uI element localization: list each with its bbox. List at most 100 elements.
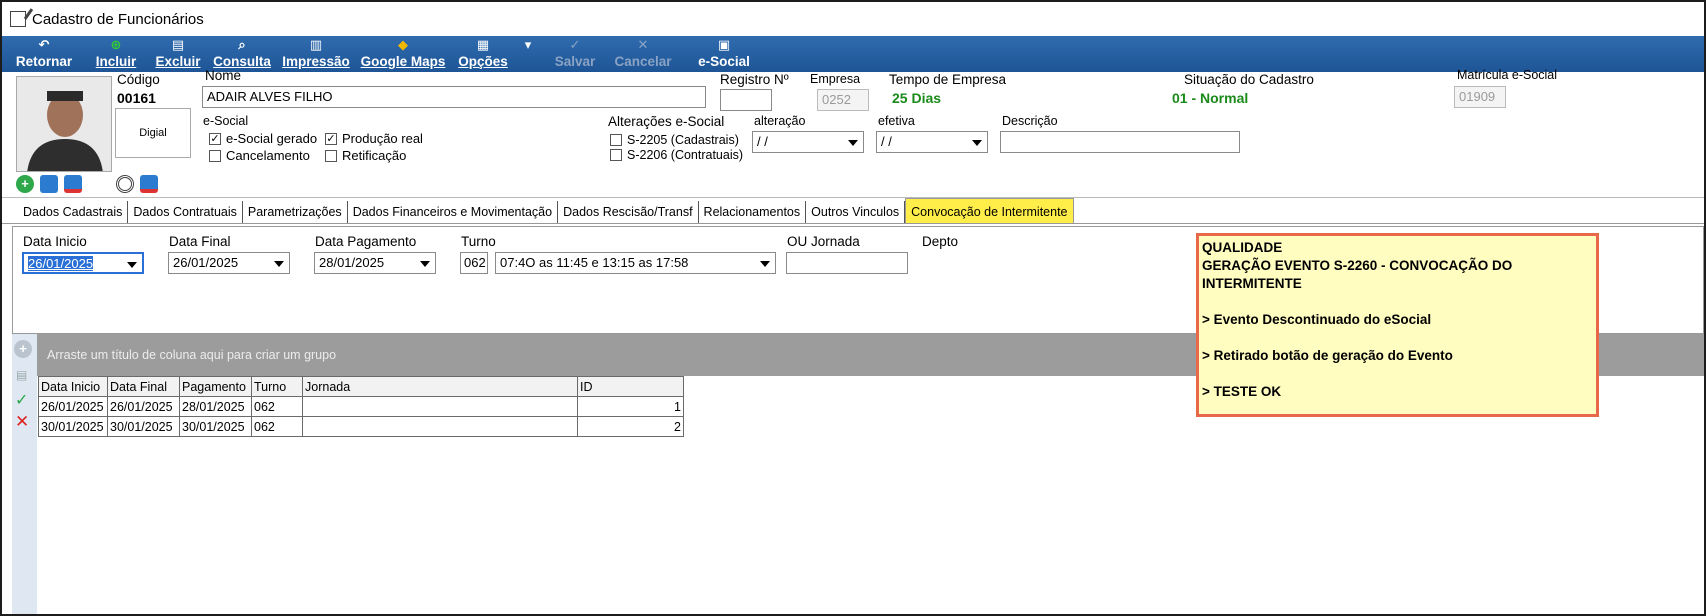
add-photo-icon[interactable]: +: [16, 175, 34, 193]
table-row[interactable]: 26/01/2025 26/01/2025 28/01/2025 062 1: [38, 396, 684, 417]
table-cell[interactable]: 26/01/2025: [38, 396, 108, 417]
tab-parametrizacoes[interactable]: Parametrizações: [243, 201, 348, 223]
column-header[interactable]: Data Final: [107, 376, 180, 397]
trash-icon[interactable]: ▤: [16, 368, 30, 382]
column-header[interactable]: ID: [577, 376, 684, 397]
esocial-button[interactable]: ▣ e-Social: [674, 36, 774, 72]
note-line: [1202, 365, 1593, 383]
turno-code-field[interactable]: 062: [460, 252, 488, 274]
remove-photo-icon[interactable]: [64, 175, 82, 193]
data-inicio-combo[interactable]: 26/01/2025: [22, 252, 144, 274]
map-pin-icon: ◆: [398, 37, 408, 52]
retificacao-checkbox[interactable]: Retificação: [325, 148, 406, 163]
opcoes-button[interactable]: ▦ Opções: [448, 36, 518, 72]
column-header[interactable]: Data Inicio: [38, 376, 108, 397]
column-header[interactable]: Jornada: [302, 376, 578, 397]
table-cell[interactable]: [302, 396, 578, 417]
data-pagamento-label: Data Pagamento: [315, 234, 417, 249]
table-cell[interactable]: 062: [251, 396, 303, 417]
tab-dados-cadastrais[interactable]: Dados Cadastrais: [18, 201, 129, 223]
table-cell[interactable]: 30/01/2025: [107, 416, 180, 437]
alteracao-date-combo[interactable]: / /: [752, 131, 864, 153]
note-line: QUALIDADE: [1202, 240, 1283, 255]
google-maps-button[interactable]: ◆ Google Maps: [358, 36, 448, 72]
matricula-field[interactable]: 01909: [1454, 86, 1506, 108]
convocacao-table: Data Inicio Data Final Pagamento Turno J…: [38, 376, 684, 437]
tab-dados-contratuais[interactable]: Dados Contratuais: [128, 201, 243, 223]
table-cell[interactable]: 30/01/2025: [179, 416, 252, 437]
codigo-label: Código: [117, 72, 160, 87]
tab-dados-rescisao[interactable]: Dados Rescisão/Transf: [558, 201, 699, 223]
camera-icon[interactable]: [40, 175, 58, 193]
consulta-button[interactable]: ⌕ Consulta: [210, 36, 274, 72]
fingerprint-icon[interactable]: [116, 175, 134, 193]
registro-label: Registro Nº: [720, 72, 789, 87]
plus-circle-icon: ⊕: [110, 37, 122, 52]
window-title: Cadastro de Funcionários: [32, 10, 204, 28]
empresa-label: Empresa: [810, 72, 861, 86]
table-cell[interactable]: 062: [251, 416, 303, 437]
efetiva-date-combo[interactable]: / /: [876, 131, 988, 153]
table-cell[interactable]: 28/01/2025: [179, 396, 252, 417]
salvar-button[interactable]: ✓ Salvar: [538, 36, 612, 72]
jornada-field[interactable]: [786, 252, 908, 274]
descricao-label: Descrição: [1002, 114, 1058, 128]
data-inicio-label: Data Inicio: [23, 234, 87, 249]
check-icon[interactable]: ✓: [15, 390, 28, 410]
note-line: GERAÇÃO EVENTO S-2260 - CONVOCAÇÃO DO IN…: [1202, 258, 1513, 291]
impressao-button[interactable]: ▥ Impressão: [274, 36, 358, 72]
matricula-label: Matrícula e-Social: [1457, 68, 1558, 82]
remove-digital-icon[interactable]: [140, 175, 158, 193]
undo-icon: ↶: [38, 37, 50, 52]
chevron-down-icon: [760, 261, 770, 267]
table-cell[interactable]: 30/01/2025: [38, 416, 108, 437]
turno-label: Turno: [461, 234, 496, 249]
x-icon[interactable]: ✕: [15, 412, 29, 432]
table-cell[interactable]: 1: [577, 396, 684, 417]
opcoes-dropdown[interactable]: ▾: [518, 36, 538, 72]
chevron-down-icon: ▾: [524, 37, 532, 52]
data-final-combo[interactable]: 26/01/2025: [168, 252, 290, 274]
excluir-button[interactable]: ▤ Excluir: [146, 36, 210, 72]
efetiva-label: efetiva: [878, 114, 915, 128]
registro-field[interactable]: [720, 89, 772, 111]
check-icon: ✓: [569, 37, 581, 52]
chevron-down-icon: [274, 261, 284, 267]
table-cell[interactable]: [302, 416, 578, 437]
empresa-field[interactable]: 0252: [817, 89, 869, 111]
nome-field[interactable]: ADAIR ALVES FILHO: [202, 86, 706, 108]
data-pagamento-combo[interactable]: 28/01/2025: [314, 252, 436, 274]
sticky-note: QUALIDADE GERAÇÃO EVENTO S-2260 - CONVOC…: [1196, 233, 1599, 417]
tab-convocacao-intermitente[interactable]: Convocação de Intermitente: [905, 198, 1074, 223]
digital-box[interactable]: Digial: [115, 108, 191, 158]
retornar-button[interactable]: ↶ Retornar: [2, 36, 86, 72]
incluir-button[interactable]: ⊕ Incluir: [86, 36, 146, 72]
note-line: > Retirado botão de geração do Evento: [1202, 348, 1453, 363]
nome-label: Nome: [205, 68, 242, 83]
codigo-value: 00161: [117, 90, 156, 106]
table-row[interactable]: 30/01/2025 30/01/2025 30/01/2025 062 2: [38, 416, 684, 437]
producao-real-checkbox[interactable]: ✓ Produção real: [325, 131, 423, 146]
column-header[interactable]: Pagamento: [179, 376, 252, 397]
esocial-gerado-checkbox[interactable]: ✓ e-Social gerado: [209, 131, 317, 146]
turno-desc-combo[interactable]: 07:4O as 11:45 e 13:15 as 17:58: [495, 252, 776, 274]
tab-relacionamentos[interactable]: Relacionamentos: [699, 201, 807, 223]
table-cell[interactable]: 2: [577, 416, 684, 437]
tab-outros-vinculos[interactable]: Outros Vinculos: [806, 201, 906, 223]
add-row-icon[interactable]: +: [14, 340, 32, 358]
table-cell[interactable]: 26/01/2025: [107, 396, 180, 417]
descricao-field[interactable]: [1000, 131, 1240, 153]
situacao-value: 01 - Normal: [1172, 90, 1249, 106]
x-icon: ✕: [637, 37, 649, 52]
s2206-checkbox[interactable]: S-2206 (Contratuais): [610, 148, 743, 162]
table-header-row: Data Inicio Data Final Pagamento Turno J…: [38, 376, 684, 397]
toolbar: ↶ Retornar ⊕ Incluir ▤ Excluir ⌕ Consulta ▥ I…: [2, 36, 1704, 72]
tab-dados-financeiros[interactable]: Dados Financeiros e Movimentação: [348, 201, 559, 223]
search-icon: ⌕: [238, 37, 246, 52]
employee-header: + Código 00161 Digial Nome ADAIR ALVES F…: [2, 68, 1704, 196]
employee-photo: [16, 76, 112, 172]
column-header[interactable]: Turno: [251, 376, 303, 397]
s2205-checkbox[interactable]: S-2205 (Cadastrais): [610, 133, 739, 147]
cancelar-button[interactable]: ✕ Cancelar: [612, 36, 674, 72]
cancelamento-checkbox[interactable]: Cancelamento: [209, 148, 310, 163]
